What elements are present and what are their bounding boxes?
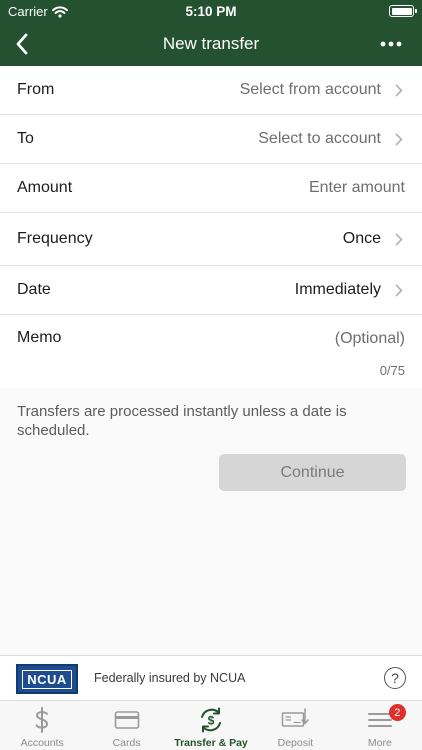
ellipsis-icon: [380, 41, 402, 47]
ncua-insurance-text: Federally insured by NCUA: [94, 671, 246, 685]
transfer-info-text: Transfers are processed instantly unless…: [17, 403, 347, 439]
chevron-right-icon: [393, 84, 405, 97]
to-account-row[interactable]: To Select to account: [0, 115, 422, 164]
tab-more[interactable]: 2 More: [338, 701, 422, 750]
from-account-row[interactable]: From Select from account: [0, 66, 422, 115]
app-header: Carrier 5:10 PM New transfer: [0, 0, 422, 66]
card-icon: [114, 705, 140, 735]
dollar-icon: [31, 705, 53, 735]
from-value: Select from account: [239, 81, 381, 98]
tab-label: Transfer & Pay: [174, 737, 248, 749]
amount-input[interactable]: Enter amount: [309, 179, 405, 197]
memo-character-counter: 0/75: [379, 363, 405, 378]
chevron-right-icon: [393, 284, 405, 297]
tab-transfer-pay[interactable]: $ Transfer & Pay: [169, 701, 253, 750]
to-value: Select to account: [258, 130, 381, 147]
tab-deposit[interactable]: Deposit: [253, 701, 337, 750]
amount-row[interactable]: Amount Enter amount: [0, 164, 422, 213]
frequency-value: Once: [342, 230, 381, 247]
transfer-icon: $: [197, 705, 225, 735]
ncua-footer: NCUA Federally insured by NCUA ?: [0, 655, 422, 700]
ncua-logo: NCUA: [16, 664, 78, 694]
to-label: To: [17, 130, 34, 147]
memo-label: Memo: [17, 329, 62, 346]
status-time: 5:10 PM: [185, 4, 237, 19]
ncua-logo-text: NCUA: [22, 669, 72, 689]
memo-row: Memo 0/75: [0, 315, 422, 392]
status-bar: Carrier 5:10 PM: [0, 0, 422, 22]
tab-bar: Accounts Cards $ Transfer & Pay Deposit …: [0, 700, 422, 750]
tab-label: Cards: [112, 737, 141, 749]
more-options-button[interactable]: [376, 30, 406, 58]
date-value: Immediately: [294, 281, 381, 298]
battery-icon: [389, 5, 417, 17]
nav-bar: New transfer: [0, 22, 422, 66]
help-button[interactable]: ?: [384, 667, 406, 689]
question-mark-icon: ?: [391, 670, 399, 686]
page-title: New transfer: [162, 34, 260, 53]
tab-accounts[interactable]: Accounts: [0, 701, 84, 750]
frequency-row[interactable]: Frequency Once: [0, 213, 422, 266]
from-label: From: [17, 81, 55, 98]
tab-label: More: [367, 737, 392, 749]
tab-label: Deposit: [277, 737, 314, 749]
tab-label: Accounts: [20, 737, 64, 749]
svg-text:$: $: [208, 714, 215, 728]
notification-badge: 2: [388, 704, 406, 721]
chevron-right-icon: [393, 133, 405, 146]
amount-label: Amount: [17, 179, 73, 196]
check-deposit-icon: [281, 705, 310, 735]
tab-cards[interactable]: Cards: [84, 701, 168, 750]
chevron-right-icon: [393, 233, 405, 246]
date-row[interactable]: Date Immediately: [0, 266, 422, 315]
date-label: Date: [17, 281, 51, 298]
frequency-label: Frequency: [17, 230, 93, 247]
continue-button[interactable]: Continue: [219, 454, 406, 491]
memo-input[interactable]: [155, 327, 405, 351]
transfer-form: From Select from account To Select to ac…: [0, 66, 422, 392]
